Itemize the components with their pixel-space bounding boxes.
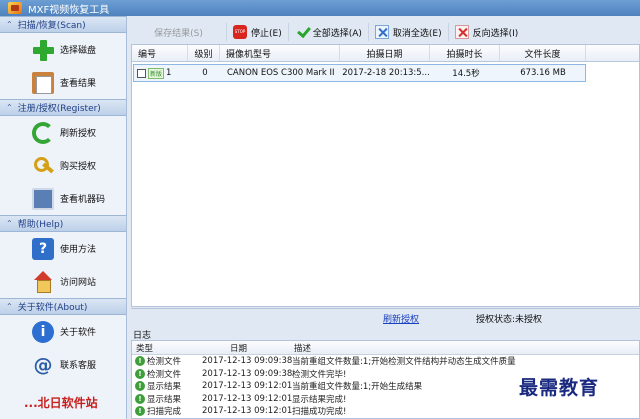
key-icon bbox=[32, 155, 54, 177]
plus-icon bbox=[32, 39, 54, 61]
column-header-level[interactable]: 级别 bbox=[188, 45, 220, 61]
column-header-filler bbox=[586, 45, 639, 61]
sidebar-item-label: 访问网站 bbox=[60, 278, 97, 288]
results-table: 编号 级别 摄像机型号 拍摄日期 拍摄时长 文件长度 新版 1 0 CANON … bbox=[131, 44, 640, 307]
refresh-license-link[interactable]: 刷新授权 bbox=[383, 312, 419, 325]
sidebar-item-machine-code[interactable]: 查看机器码 bbox=[0, 182, 126, 215]
sidebar-item-view-results[interactable]: 查看结果 bbox=[0, 66, 126, 99]
sidebar-item-label: 查看机器码 bbox=[60, 195, 106, 205]
sidebar-item-label: 使用方法 bbox=[60, 245, 97, 255]
info-icon: i bbox=[32, 320, 54, 343]
log-column-desc[interactable]: 描述 bbox=[292, 341, 639, 354]
sidebar-item-label: 关于软件 bbox=[60, 328, 97, 338]
column-header-camera[interactable]: 摄像机型号 bbox=[220, 45, 340, 61]
info-green-icon: ! bbox=[135, 406, 145, 417]
clipboard-icon bbox=[32, 71, 54, 94]
home-icon bbox=[32, 270, 54, 293]
select-all-button[interactable]: 全部选择(A) bbox=[289, 23, 369, 41]
section-header-about[interactable]: ⌃ 关于软件(About) bbox=[0, 298, 126, 315]
sidebar-item-select-disk[interactable]: 选择磁盘 bbox=[0, 33, 126, 66]
info-green-icon: ! bbox=[135, 393, 145, 404]
sidebar-item-buy-license[interactable]: 购买授权 bbox=[0, 149, 126, 182]
log-row[interactable]: ! 检测文件 2017-12-13 09:09:38 当前重组文件数量:1;开始检… bbox=[132, 355, 639, 368]
window-title: MXF视频恢复工具 bbox=[28, 4, 110, 16]
column-header-date[interactable]: 拍摄日期 bbox=[340, 45, 430, 61]
section-header-scan[interactable]: ⌃ 扫描/恢复(Scan) bbox=[0, 16, 126, 33]
close-red-icon bbox=[454, 25, 469, 39]
invert-selection-button[interactable]: 反向选择(I) bbox=[449, 23, 525, 41]
new-badge: 新版 bbox=[148, 67, 165, 79]
checkmark-icon bbox=[295, 25, 309, 39]
sidebar-item-label: 选择磁盘 bbox=[60, 46, 97, 56]
collapse-chevron-icon[interactable]: ⌃ bbox=[6, 302, 13, 311]
row-checkbox[interactable] bbox=[137, 68, 146, 78]
column-header-duration[interactable]: 拍摄时长 bbox=[430, 45, 500, 61]
log-header: 类型 日期 描述 bbox=[132, 341, 639, 355]
cell-level: 0 bbox=[202, 68, 208, 78]
sidebar-item-contact[interactable]: @ 联系客服 bbox=[0, 348, 126, 381]
section-header-register[interactable]: ⌃ 注册/授权(Register) bbox=[0, 99, 126, 116]
sidebar-item-label: 联系客服 bbox=[60, 361, 97, 371]
cell-size: 673.16 MB bbox=[520, 68, 566, 78]
cell-date: 2017-2-18 20:13:5... bbox=[342, 68, 430, 78]
deselect-all-button[interactable]: 取消全选(E) bbox=[369, 23, 449, 41]
sidebar-item-label: 购买授权 bbox=[60, 162, 97, 172]
at-icon: @ bbox=[33, 353, 53, 376]
stop-icon bbox=[233, 25, 247, 39]
refresh-icon bbox=[32, 121, 54, 144]
section-header-help[interactable]: ⌃ 帮助(Help) bbox=[0, 215, 126, 232]
table-row[interactable]: 新版 1 0 CANON EOS C300 Mark II 2017-2-18 … bbox=[133, 64, 586, 82]
computer-icon bbox=[32, 187, 54, 210]
sidebar-item-label: 刷新授权 bbox=[60, 129, 97, 139]
cell-camera: CANON EOS C300 Mark II bbox=[227, 68, 335, 78]
watermark: 最需教育 bbox=[519, 377, 600, 399]
info-green-icon: ! bbox=[135, 356, 145, 367]
table-header: 编号 级别 摄像机型号 拍摄日期 拍摄时长 文件长度 bbox=[132, 45, 639, 62]
title-bar: MXF视频恢复工具 bbox=[0, 0, 640, 16]
cell-duration: 14.5秒 bbox=[452, 69, 480, 79]
info-green-icon: ! bbox=[135, 381, 145, 392]
stop-button[interactable]: 停止(E) bbox=[227, 23, 289, 41]
sidebar-item-refresh-license[interactable]: 刷新授权 bbox=[0, 116, 126, 149]
sidebar: ⌃ 扫描/恢复(Scan) 选择磁盘 查看结果 ⌃ 注册/授权(Register… bbox=[0, 16, 127, 419]
license-status: 授权状态:未授权 bbox=[476, 314, 543, 325]
save-results-button[interactable]: 保存结果(S) bbox=[131, 23, 227, 41]
collapse-chevron-icon[interactable]: ⌃ bbox=[6, 103, 13, 112]
sidebar-item-about[interactable]: i 关于软件 bbox=[0, 315, 126, 348]
sidebar-item-website[interactable]: 访问网站 bbox=[0, 265, 126, 298]
brand-logo: ...北日软件站 bbox=[24, 396, 98, 410]
status-strip: 刷新授权 授权状态:未授权 bbox=[131, 308, 640, 327]
cell-id: 新版 1 bbox=[134, 65, 189, 81]
log-column-date[interactable]: 日期 bbox=[202, 341, 292, 354]
info-green-icon: ! bbox=[135, 368, 145, 379]
collapse-chevron-icon[interactable]: ⌃ bbox=[6, 20, 13, 29]
close-icon bbox=[374, 25, 389, 39]
log-row[interactable]: ! 扫描完成 2017-12-13 09:12:01 扫描成功完成! bbox=[132, 405, 639, 418]
collapse-chevron-icon[interactable]: ⌃ bbox=[6, 219, 13, 228]
sidebar-item-usage[interactable]: ? 使用方法 bbox=[0, 232, 126, 265]
column-header-id[interactable]: 编号 bbox=[132, 45, 188, 61]
sidebar-item-label: 查看结果 bbox=[60, 79, 97, 89]
column-header-size[interactable]: 文件长度 bbox=[500, 45, 586, 61]
app-icon bbox=[8, 2, 22, 14]
help-book-icon: ? bbox=[32, 237, 54, 260]
log-column-type[interactable]: 类型 bbox=[132, 341, 202, 354]
toolbar: 保存结果(S) 停止(E) 全部选择(A) 取消全选(E) 反向选择(I) bbox=[131, 22, 640, 42]
